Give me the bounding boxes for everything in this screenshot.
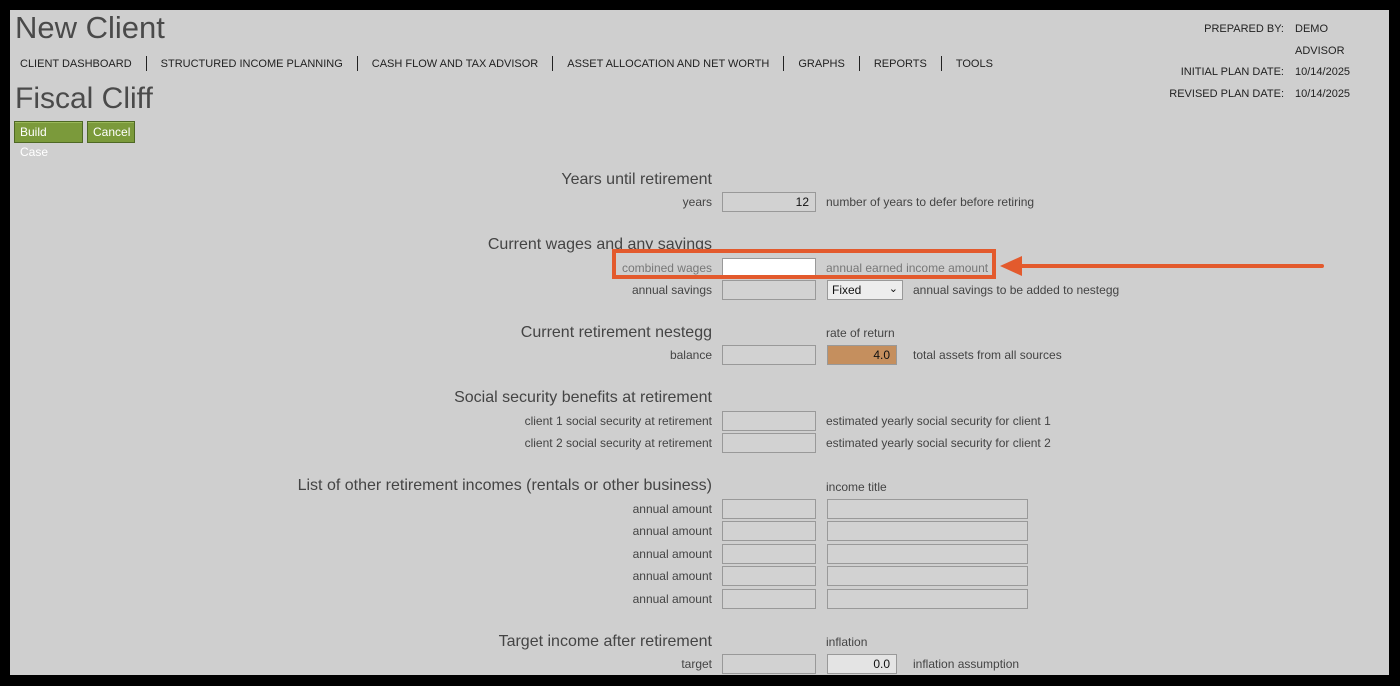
chevron-down-icon: ⌄	[888, 283, 898, 295]
app-title: New Client	[15, 10, 165, 45]
income-title-input[interactable]	[827, 499, 1028, 519]
initial-plan-date-label: INITIAL PLAN DATE:	[1180, 66, 1284, 78]
initial-plan-date-value: 10/14/2025	[1295, 66, 1351, 78]
highlight-box	[612, 249, 996, 279]
annual-amount-input[interactable]	[722, 521, 816, 541]
balance-input[interactable]	[722, 345, 816, 365]
nav-reports[interactable]: REPORTS	[860, 58, 941, 70]
annual-amount-input[interactable]	[722, 589, 816, 609]
annual-amount-label: annual amount	[632, 547, 712, 561]
prepared-by-value: DEMO ADVISOR	[1295, 23, 1345, 57]
app-window: New Client PREPARED BY: DEMO ADVISOR INIT…	[10, 10, 1389, 675]
annual-amount-input[interactable]	[722, 544, 816, 564]
revised-plan-date-value: 10/14/2025	[1295, 87, 1351, 100]
balance-label: balance	[669, 348, 712, 362]
income-title-input[interactable]	[827, 544, 1028, 564]
savings-mode-value: Fixed	[832, 283, 862, 297]
nav-client-dashboard[interactable]: CLIENT DASHBOARD	[10, 58, 146, 70]
nav-tools[interactable]: TOOLS	[942, 58, 1007, 70]
annual-amount-input[interactable]	[722, 566, 816, 586]
inflation-label: inflation	[826, 635, 868, 649]
savings-mode-select[interactable]: Fixed ⌄	[827, 280, 903, 300]
target-input[interactable]	[722, 654, 816, 674]
annual-amount-label: annual amount	[632, 524, 712, 538]
revised-plan-date-label: REVISED PLAN DATE:	[1169, 87, 1284, 100]
nav-cash-flow-tax-advisor[interactable]: CASH FLOW AND TAX ADVISOR	[358, 58, 552, 70]
annual-amount-label: annual amount	[632, 569, 712, 583]
years-description: number of years to defer before retiring	[826, 195, 1035, 209]
plan-info: PREPARED BY: DEMO ADVISOR INITIAL PLAN DA…	[1104, 19, 1375, 105]
years-input[interactable]: 12	[722, 192, 816, 212]
years-label: years	[682, 195, 712, 209]
annual-amount-input[interactable]	[722, 499, 816, 519]
rate-of-return-label: rate of return	[826, 326, 895, 340]
retirement-heading: Years until retirement	[561, 171, 712, 188]
main-nav: CLIENT DASHBOARD STRUCTURED INCOME PLANN…	[10, 56, 1007, 71]
target-income-heading: Target income after retirement	[498, 633, 712, 650]
balance-description: total assets from all sources	[913, 348, 1062, 362]
client2-ss-description: estimated yearly social security for cli…	[826, 436, 1051, 450]
build-case-button[interactable]: Build Case	[14, 121, 83, 159]
annual-amount-label: annual amount	[632, 502, 712, 516]
inflation-description: inflation assumption	[913, 657, 1020, 671]
annual-amount-label: annual amount	[632, 592, 712, 606]
income-title-input[interactable]	[827, 589, 1028, 609]
client1-ss-input[interactable]	[722, 411, 816, 431]
nav-structured-income-planning[interactable]: STRUCTURED INCOME PLANNING	[147, 58, 357, 70]
rate-of-return-input[interactable]: 4.0	[827, 345, 897, 365]
income-title-input[interactable]	[827, 521, 1028, 541]
annual-savings-label: annual savings	[631, 283, 712, 297]
other-income-heading: List of other retirement incomes (rental…	[297, 477, 712, 494]
cancel-button[interactable]: Cancel	[87, 121, 135, 143]
income-title-label: income title	[826, 480, 887, 494]
inflation-input[interactable]: 0.0	[827, 654, 897, 674]
social-security-heading: Social security benefits at retirement	[454, 389, 712, 406]
income-title-input[interactable]	[827, 566, 1028, 586]
client1-ss-label: client 1 social security at retirement	[524, 414, 712, 428]
prepared-by-label: PREPARED BY:	[1204, 23, 1284, 35]
client2-ss-input[interactable]	[722, 433, 816, 453]
annual-savings-description: annual savings to be added to nestegg	[913, 283, 1120, 297]
annual-savings-input[interactable]	[722, 280, 816, 300]
client1-ss-description: estimated yearly social security for cli…	[826, 414, 1051, 428]
nav-asset-allocation-net-worth[interactable]: ASSET ALLOCATION AND NET WORTH	[553, 58, 783, 70]
callout-arrow-icon	[1000, 256, 1324, 276]
nav-graphs[interactable]: GRAPHS	[784, 58, 858, 70]
page-title: Fiscal Cliff	[15, 82, 153, 115]
client2-ss-label: client 2 social security at retirement	[524, 436, 712, 450]
target-label: target	[681, 657, 712, 671]
nestegg-heading: Current retirement nestegg	[520, 324, 712, 341]
